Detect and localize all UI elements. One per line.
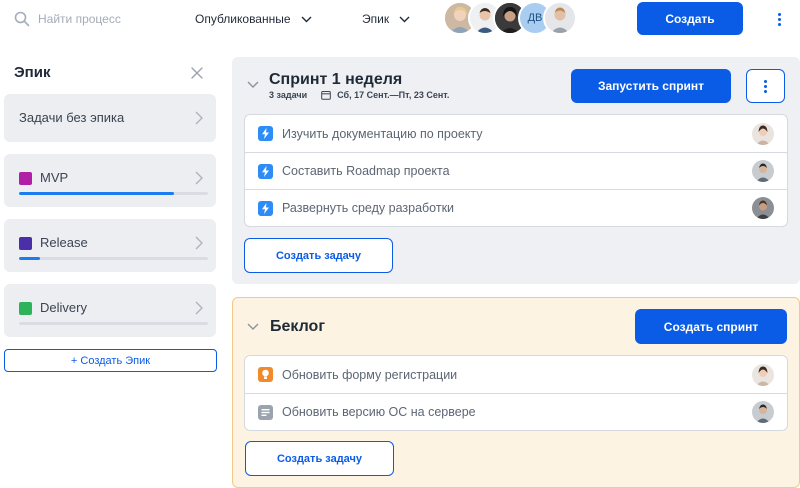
task-row[interactable]: Обновить форму регистрации: [245, 356, 787, 393]
more-menu-icon[interactable]: [770, 8, 788, 30]
create-button[interactable]: Создать: [637, 2, 743, 35]
epic-item-no-epic[interactable]: Задачи без эпика: [4, 94, 216, 142]
create-epic-button[interactable]: + Создать Эпик: [4, 349, 217, 372]
search-icon: [14, 11, 30, 27]
group-filter-label: Эпик: [362, 12, 390, 26]
epic-color-swatch: [19, 172, 32, 185]
assignee-avatar[interactable]: [752, 197, 774, 219]
lightning-icon: [258, 163, 273, 179]
epic-item-label: Задачи без эпика: [19, 110, 125, 125]
chevron-right-icon: [195, 171, 203, 185]
backlog-panel: Беклог Создать спринт Обновить форму рег…: [232, 297, 800, 488]
epic-panel-title: Эпик: [14, 64, 51, 81]
chevron-right-icon: [195, 301, 203, 315]
create-task-button[interactable]: Создать задачу: [244, 238, 393, 273]
epic-progress-bar: [19, 322, 208, 325]
epic-item-delivery[interactable]: Delivery: [4, 284, 216, 337]
status-filter-dropdown[interactable]: Опубликованные: [182, 3, 324, 35]
search-field[interactable]: Найти процесс: [14, 8, 164, 30]
status-filter-label: Опубликованные: [195, 12, 291, 26]
sprint-task-count: 3 задачи: [269, 90, 308, 100]
chevron-right-icon: [195, 111, 203, 125]
create-sprint-button[interactable]: Создать спринт: [635, 309, 787, 344]
epic-item-label: MVP: [40, 170, 69, 185]
backlog-task-list: Обновить форму регистрации Обновить верс…: [244, 355, 788, 431]
avatar[interactable]: [543, 1, 577, 35]
epic-color-swatch: [19, 237, 32, 250]
close-icon[interactable]: [188, 64, 206, 82]
calendar-icon: [321, 91, 331, 100]
chevron-down-icon: [399, 16, 410, 22]
lightning-icon: [258, 200, 273, 216]
document-icon: [258, 404, 273, 420]
avatar-initials-text: ДВ: [527, 12, 543, 24]
lightning-icon: [258, 126, 273, 141]
task-title: Обновить версию ОС на сервере: [282, 405, 476, 419]
idea-icon: [258, 367, 273, 382]
epic-progress-bar: [19, 257, 208, 260]
epic-item-label: Release: [40, 235, 88, 250]
start-sprint-button[interactable]: Запустить спринт: [571, 69, 731, 103]
task-title: Обновить форму регистрации: [282, 367, 458, 382]
collapse-chevron-icon[interactable]: [247, 323, 259, 331]
epic-item-release[interactable]: Release: [4, 219, 216, 272]
chevron-down-icon: [301, 16, 312, 22]
task-title: Развернуть среду разработки: [282, 201, 455, 215]
sprint-title: Спринт 1 неделя: [269, 71, 403, 88]
search-input[interactable]: Найти процесс: [38, 12, 121, 26]
epic-color-swatch: [19, 302, 32, 315]
epic-progress-bar: [19, 192, 208, 195]
sprint-dates: Сб, 17 Сент.—Пт, 23 Сент.: [337, 90, 450, 100]
task-row[interactable]: Изучить документацию по проекту: [245, 115, 787, 152]
task-title: Изучить документацию по проекту: [282, 126, 483, 141]
sprint-more-icon[interactable]: [746, 69, 785, 103]
sprint-task-list: Изучить документацию по проекту Составит…: [244, 114, 788, 227]
epic-item-mvp[interactable]: MVP: [4, 154, 216, 207]
group-filter-dropdown[interactable]: Эпик: [349, 3, 422, 35]
backlog-title: Беклог: [270, 318, 325, 335]
assignee-avatar[interactable]: [752, 401, 774, 423]
task-row[interactable]: Составить Roadmap проекта: [245, 152, 787, 189]
task-row[interactable]: Обновить версию ОС на сервере: [245, 393, 787, 430]
sprint-meta: 3 задачи Сб, 17 Сент.—Пт, 23 Сент.: [269, 90, 449, 100]
assignee-avatar[interactable]: [752, 122, 774, 145]
task-title: Составить Roadmap проекта: [282, 164, 450, 178]
assignee-avatar[interactable]: [752, 363, 774, 386]
create-task-button[interactable]: Создать задачу: [245, 441, 394, 476]
assignee-avatar[interactable]: [752, 160, 774, 182]
epic-item-label: Delivery: [40, 300, 87, 315]
sprint-panel: Спринт 1 неделя 3 задачи Сб, 17 Сент.—Пт…: [232, 57, 800, 284]
team-avatars[interactable]: ДВ: [443, 1, 577, 37]
chevron-right-icon: [195, 236, 203, 250]
task-row[interactable]: Развернуть среду разработки: [245, 189, 787, 226]
collapse-chevron-icon[interactable]: [247, 81, 259, 89]
